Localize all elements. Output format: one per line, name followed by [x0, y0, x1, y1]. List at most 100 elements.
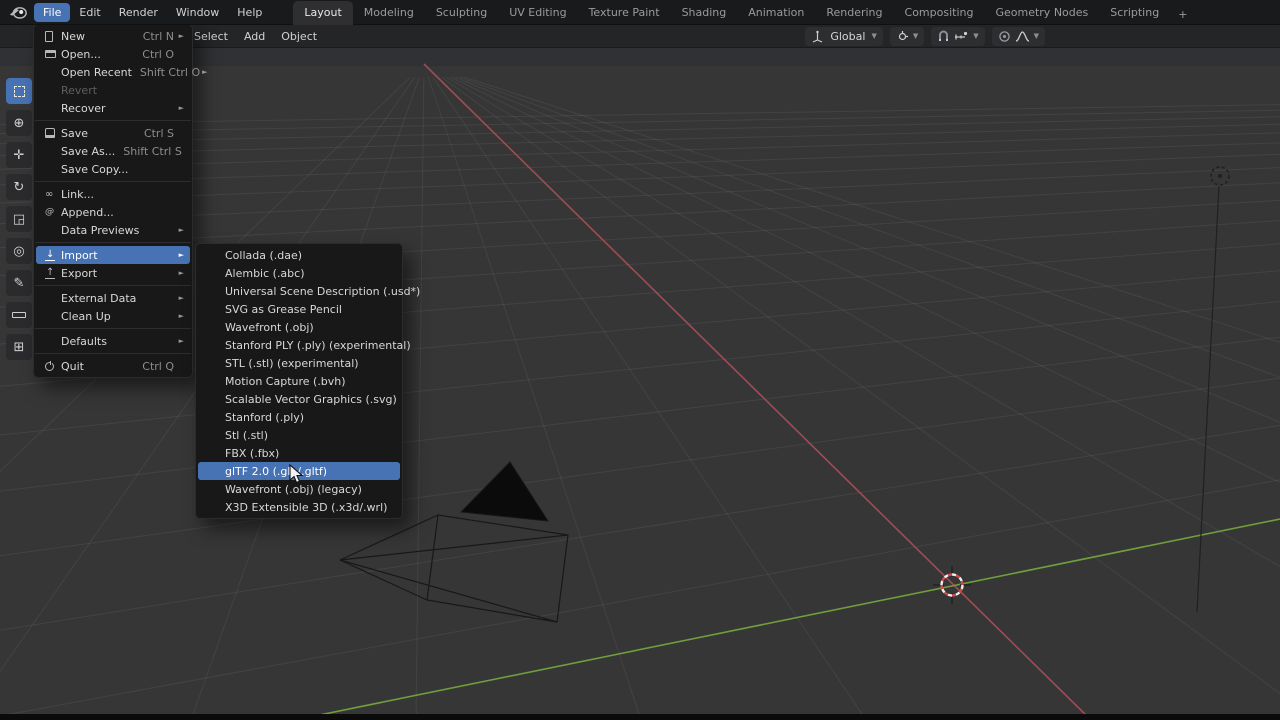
transform-tool[interactable]: ◎ — [6, 238, 32, 264]
menu-separator — [35, 328, 191, 329]
new-file-icon — [45, 31, 61, 42]
save-icon — [45, 128, 61, 138]
file-menu-item-save[interactable]: SaveCtrl S — [36, 124, 190, 142]
import-item-alembic-abc[interactable]: Alembic (.abc) — [198, 264, 400, 282]
menu-file[interactable]: File — [34, 3, 70, 22]
file-menu-item-open[interactable]: Open...Ctrl O — [36, 45, 190, 63]
viewport-menu-object[interactable]: Object — [273, 28, 325, 45]
menubar: FileEditRenderWindowHelp — [34, 3, 271, 22]
menu-render[interactable]: Render — [110, 3, 167, 22]
menu-item-label: External Data — [61, 292, 166, 305]
pivot-point-dropdown[interactable]: ▼ — [890, 27, 924, 46]
menu-item-shortcut: Ctrl Q — [142, 360, 174, 373]
file-menu-item-defaults[interactable]: Defaults► — [36, 332, 190, 350]
menu-item-label: Open Recent — [61, 66, 132, 79]
import-item-fbx-fbx[interactable]: FBX (.fbx) — [198, 444, 400, 462]
tab-scripting[interactable]: Scripting — [1099, 1, 1170, 25]
file-menu-item-revert[interactable]: Revert — [36, 81, 190, 99]
import-item-collada-dae[interactable]: Collada (.dae) — [198, 246, 400, 264]
menu-item-label: Alembic (.abc) — [225, 267, 394, 280]
scale-tool[interactable]: ◲ — [6, 206, 32, 232]
tab-layout[interactable]: Layout — [293, 1, 352, 25]
snap-magnet-icon[interactable] — [937, 30, 950, 43]
file-menu-item-export[interactable]: Export► — [36, 264, 190, 282]
submenu-arrow-icon: ► — [176, 251, 184, 259]
quit-icon — [45, 362, 61, 371]
file-menu-item-new[interactable]: NewCtrl N► — [36, 27, 190, 45]
tab-texture-paint[interactable]: Texture Paint — [578, 1, 671, 25]
menu-item-label: FBX (.fbx) — [225, 447, 394, 460]
import-item-motion-capture-bvh[interactable]: Motion Capture (.bvh) — [198, 372, 400, 390]
menu-separator — [35, 285, 191, 286]
chevron-down-icon[interactable]: ▼ — [973, 32, 978, 40]
pivot-point-icon — [896, 30, 909, 43]
file-menu-item-quit[interactable]: QuitCtrl Q — [36, 357, 190, 375]
file-menu-item-import[interactable]: Import► — [36, 246, 190, 264]
file-menu-item-append[interactable]: Append... — [36, 203, 190, 221]
export-icon — [45, 268, 61, 279]
import-item-universal-scene-description-usd[interactable]: Universal Scene Description (.usd*) — [198, 282, 400, 300]
file-menu-item-save-as[interactable]: Save As...Shift Ctrl S — [36, 142, 190, 160]
bottom-strip — [0, 714, 1280, 720]
tab-rendering[interactable]: Rendering — [815, 1, 893, 25]
tab-modeling[interactable]: Modeling — [353, 1, 425, 25]
import-item-x3d-extensible-3d-x3d-wrl[interactable]: X3D Extensible 3D (.x3d/.wrl) — [198, 498, 400, 516]
tab-sculpting[interactable]: Sculpting — [425, 1, 498, 25]
file-menu-item-save-copy[interactable]: Save Copy... — [36, 160, 190, 178]
blender-logo[interactable] — [8, 4, 28, 20]
viewport-menu-add[interactable]: Add — [236, 28, 273, 45]
rotate-tool[interactable]: ↻ — [6, 174, 32, 200]
link-icon — [45, 189, 61, 200]
file-menu-item-open-recent[interactable]: Open RecentShift Ctrl O► — [36, 63, 190, 81]
tab-shading[interactable]: Shading — [671, 1, 738, 25]
menu-item-label: Save Copy... — [61, 163, 166, 176]
proportional-editing-icon[interactable] — [998, 30, 1011, 43]
menu-item-shortcut: Ctrl N — [143, 30, 174, 43]
tab-compositing[interactable]: Compositing — [894, 1, 985, 25]
menu-item-label: X3D Extensible 3D (.x3d/.wrl) — [225, 501, 394, 514]
menu-separator — [35, 242, 191, 243]
chevron-down-icon: ▼ — [871, 32, 876, 40]
menu-window[interactable]: Window — [167, 3, 228, 22]
tab-uv-editing[interactable]: UV Editing — [498, 1, 577, 25]
menu-edit[interactable]: Edit — [70, 3, 109, 22]
menu-item-label: Revert — [61, 84, 166, 97]
menu-item-label: Motion Capture (.bvh) — [225, 375, 394, 388]
file-menu-item-data-previews[interactable]: Data Previews► — [36, 221, 190, 239]
import-item-stanford-ply-ply-experimental[interactable]: Stanford PLY (.ply) (experimental) — [198, 336, 400, 354]
topbar: FileEditRenderWindowHelp LayoutModelingS… — [0, 0, 1280, 25]
blender-window: FileEditRenderWindowHelp LayoutModelingS… — [0, 0, 1280, 720]
import-item-stl-stl[interactable]: Stl (.stl) — [198, 426, 400, 444]
select-box-tool[interactable] — [6, 78, 32, 104]
transform-orientation-dropdown[interactable]: Global ▼ — [805, 27, 882, 46]
add-primitive-tool[interactable]: ⊞ — [6, 334, 32, 360]
menu-item-label: Wavefront (.obj) (legacy) — [225, 483, 394, 496]
import-item-stl-stl-experimental[interactable]: STL (.stl) (experimental) — [198, 354, 400, 372]
import-item-svg-as-grease-pencil[interactable]: SVG as Grease Pencil — [198, 300, 400, 318]
tab-geometry-nodes[interactable]: Geometry Nodes — [984, 1, 1099, 25]
falloff-curve-icon[interactable] — [1015, 30, 1030, 43]
menu-help[interactable]: Help — [228, 3, 271, 22]
menu-item-label: Universal Scene Description (.usd*) — [225, 285, 420, 298]
cursor-tool[interactable]: ⊕ — [6, 110, 32, 136]
tool-shelf: ⊕ ✛ ↻ ◲ ◎ ✎ ⊞ — [6, 78, 32, 360]
viewport-menus: SelectAddObject — [186, 28, 325, 45]
move-tool[interactable]: ✛ — [6, 142, 32, 168]
viewport-menu-select[interactable]: Select — [186, 28, 236, 45]
import-item-scalable-vector-graphics-svg[interactable]: Scalable Vector Graphics (.svg) — [198, 390, 400, 408]
chevron-down-icon[interactable]: ▼ — [1034, 32, 1039, 40]
annotate-tool[interactable]: ✎ — [6, 270, 32, 296]
import-item-wavefront-obj[interactable]: Wavefront (.obj) — [198, 318, 400, 336]
snap-target-icon[interactable] — [954, 30, 969, 43]
tab-animation[interactable]: Animation — [737, 1, 815, 25]
menu-item-label: Open... — [61, 48, 134, 61]
file-menu-item-recover[interactable]: Recover► — [36, 99, 190, 117]
menu-item-label: SVG as Grease Pencil — [225, 303, 394, 316]
file-menu-item-external-data[interactable]: External Data► — [36, 289, 190, 307]
import-item-stanford-ply[interactable]: Stanford (.ply) — [198, 408, 400, 426]
menu-item-label: Clean Up — [61, 310, 166, 323]
measure-tool[interactable] — [6, 302, 32, 328]
file-menu-item-link[interactable]: Link... — [36, 185, 190, 203]
file-menu-item-clean-up[interactable]: Clean Up► — [36, 307, 190, 325]
add-workspace-button[interactable]: + — [1170, 4, 1195, 25]
